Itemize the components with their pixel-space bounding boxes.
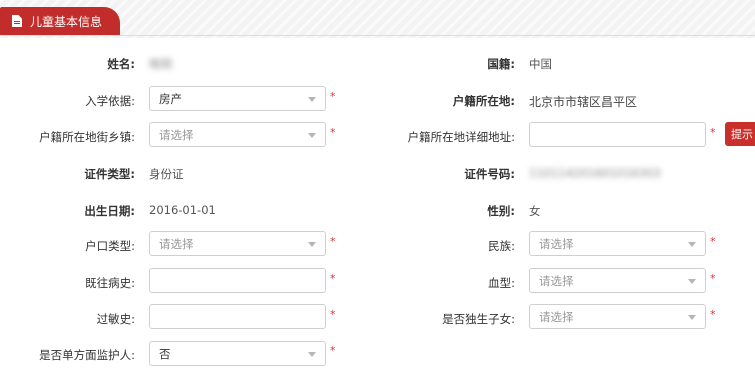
- chevron-down-icon: [688, 279, 696, 284]
- medical-history-label: 既往病史:: [85, 276, 135, 290]
- required-mark: *: [330, 308, 336, 321]
- household-address-input[interactable]: [529, 122, 706, 147]
- blood-type-label: 血型:: [488, 276, 515, 290]
- household-location-label: 户籍所在地:: [452, 94, 515, 108]
- gender-label: 性别:: [487, 204, 515, 218]
- single-guardian-label: 是否单方面监护人:: [39, 348, 135, 362]
- required-mark: *: [330, 235, 336, 248]
- id-type-value: 身份证: [149, 167, 184, 181]
- single-guardian-value: 否: [159, 346, 171, 361]
- allergy-history-input[interactable]: [149, 304, 326, 329]
- ethnicity-placeholder: 请选择: [539, 236, 574, 251]
- chevron-down-icon: [688, 315, 696, 320]
- chevron-down-icon: [688, 242, 696, 247]
- nationality-label: 国籍:: [487, 57, 515, 71]
- admission-basis-value: 房产: [159, 91, 182, 106]
- household-location-value: 北京市市辖区昌平区: [529, 95, 638, 109]
- required-mark: *: [710, 308, 716, 321]
- medical-history-input[interactable]: [149, 268, 326, 293]
- chevron-down-icon: [308, 97, 316, 102]
- id-number-label: 证件号码:: [464, 167, 515, 181]
- only-child-label: 是否独生子女:: [442, 312, 515, 326]
- single-guardian-select[interactable]: 否: [149, 341, 326, 366]
- blood-type-placeholder: 请选择: [539, 273, 574, 288]
- gender-value: 女: [529, 204, 541, 218]
- chevron-down-icon: [308, 133, 316, 138]
- admission-basis-label: 入学依据:: [85, 94, 135, 108]
- nationality-value: 中国: [529, 57, 552, 71]
- chevron-down-icon: [308, 242, 316, 247]
- only-child-select[interactable]: 请选择: [529, 304, 706, 329]
- required-mark: *: [330, 272, 336, 285]
- required-mark: *: [330, 90, 336, 103]
- header-divider: [0, 35, 755, 36]
- household-street-label: 户籍所在地街乡镇:: [39, 130, 135, 144]
- blood-type-select[interactable]: 请选择: [529, 268, 706, 293]
- household-street-placeholder: 请选择: [159, 127, 194, 142]
- required-mark: *: [710, 235, 716, 248]
- hukou-type-select[interactable]: 请选择: [149, 231, 326, 256]
- id-number-value: 110114201601016303: [529, 166, 661, 180]
- tab-child-basic-info[interactable]: 儿童基本信息: [0, 7, 120, 35]
- only-child-placeholder: 请选择: [539, 309, 574, 324]
- required-mark: *: [330, 344, 336, 357]
- required-mark: *: [710, 126, 716, 139]
- tab-title: 儿童基本信息: [30, 14, 103, 29]
- allergy-history-label: 过敏史:: [96, 312, 135, 326]
- birth-date-value: 2016-01-01: [149, 203, 216, 217]
- required-mark: *: [710, 272, 716, 285]
- household-address-label: 户籍所在地详细地址:: [407, 130, 515, 144]
- birth-date-label: 出生日期:: [84, 204, 135, 218]
- hukou-type-placeholder: 请选择: [159, 236, 194, 251]
- document-icon: [12, 15, 22, 27]
- required-mark: *: [330, 126, 336, 139]
- name-value: 晓玥: [149, 57, 172, 71]
- hukou-type-label: 户口类型:: [85, 239, 135, 253]
- chevron-down-icon: [308, 352, 316, 357]
- tip-button[interactable]: 提示: [725, 122, 755, 146]
- ethnicity-select[interactable]: 请选择: [529, 231, 706, 256]
- admission-basis-select[interactable]: 房产: [149, 86, 326, 111]
- ethnicity-label: 民族:: [488, 239, 515, 253]
- household-street-select[interactable]: 请选择: [149, 122, 326, 147]
- name-label: 姓名:: [107, 57, 135, 71]
- id-type-label: 证件类型:: [84, 167, 135, 181]
